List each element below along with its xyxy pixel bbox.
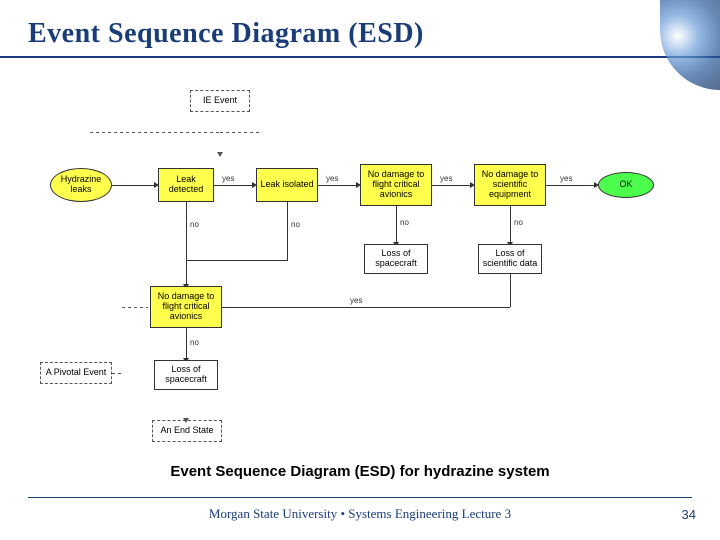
connector: [186, 328, 187, 358]
label-no: no: [190, 220, 199, 229]
connector: [287, 202, 288, 260]
node-loss-spacecraft-top: Loss of spacecraft: [364, 244, 428, 274]
connector: [510, 206, 511, 242]
connector: [214, 185, 252, 186]
diagram-caption: Event Sequence Diagram (ESD) for hydrazi…: [0, 463, 720, 480]
node-hydrazine-leaks: Hydrazine leaks: [50, 168, 112, 202]
esd-diagram: IE Event Hydrazine leaks Leak detected y…: [30, 90, 690, 450]
node-no-damage-scientific: No damage to scientific equipment: [474, 164, 546, 206]
connector: [432, 185, 470, 186]
connector: [510, 274, 511, 307]
node-loss-scientific: Loss of scientific data: [478, 244, 542, 274]
label-yes: yes: [440, 174, 452, 183]
connector: [90, 132, 220, 133]
connector: [112, 185, 154, 186]
slide-title: Event Sequence Diagram (ESD): [28, 18, 692, 50]
connector: [220, 132, 260, 133]
label-yes: yes: [326, 174, 338, 183]
connector: [318, 185, 356, 186]
footer-divider: [28, 497, 692, 498]
connector: [396, 206, 397, 242]
connector: [222, 307, 510, 308]
node-no-damage-avionics-top: No damage to flight critical avionics: [360, 164, 432, 206]
legend-end-state: An End State: [152, 420, 222, 442]
connector: [112, 373, 122, 374]
title-bar: Event Sequence Diagram (ESD): [0, 0, 720, 58]
connector: [186, 260, 187, 284]
label-no: no: [400, 218, 409, 227]
label-no: no: [514, 218, 523, 227]
node-no-damage-avionics-bot: No damage to flight critical avionics: [150, 286, 222, 328]
node-loss-spacecraft-bot: Loss of spacecraft: [154, 360, 218, 390]
slide: Event Sequence Diagram (ESD) IE Event Hy…: [0, 0, 720, 540]
legend-pivotal-event: A Pivotal Event: [40, 362, 112, 384]
label-yes: yes: [560, 174, 572, 183]
label-yes: yes: [350, 296, 362, 305]
connector: [122, 307, 148, 308]
footer-text: Morgan State University • Systems Engine…: [0, 506, 720, 522]
node-leak-detected: Leak detected: [158, 168, 214, 202]
legend-ie-event: IE Event: [190, 90, 250, 112]
label-yes: yes: [222, 174, 234, 183]
connector: [546, 185, 594, 186]
label-no: no: [291, 220, 300, 229]
page-number: 34: [682, 507, 696, 522]
node-ok: OK: [598, 172, 654, 198]
globe-decoration: [660, 0, 720, 90]
connector: [186, 260, 288, 261]
node-leak-isolated: Leak isolated: [256, 168, 318, 202]
label-no: no: [190, 338, 199, 347]
